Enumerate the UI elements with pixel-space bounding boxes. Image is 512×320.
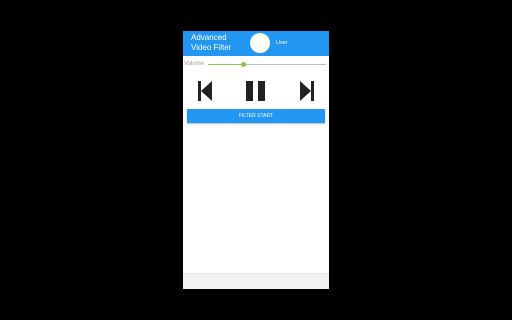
volume-slider-fill xyxy=(208,64,244,65)
skip-previous-icon xyxy=(198,81,212,101)
app-screen: Advanced Video Filter User Volume FILTER… xyxy=(183,31,329,289)
app-bar: Advanced Video Filter User xyxy=(183,31,329,56)
user-label: User xyxy=(276,40,288,46)
volume-slider[interactable] xyxy=(208,62,326,67)
skip-next-button[interactable] xyxy=(299,81,315,101)
app-title: Advanced Video Filter xyxy=(191,33,232,52)
pause-button[interactable] xyxy=(245,81,267,101)
skip-previous-button[interactable] xyxy=(197,81,213,101)
filter-start-button[interactable]: FILTER START xyxy=(187,109,325,123)
playback-controls xyxy=(183,81,329,103)
user-avatar[interactable] xyxy=(250,33,270,53)
volume-label: Volume xyxy=(184,61,205,67)
pause-icon xyxy=(246,81,265,101)
skip-next-icon xyxy=(300,81,314,101)
bottom-bar xyxy=(183,273,329,289)
volume-slider-thumb[interactable] xyxy=(241,62,247,67)
volume-row: Volume xyxy=(183,60,329,70)
